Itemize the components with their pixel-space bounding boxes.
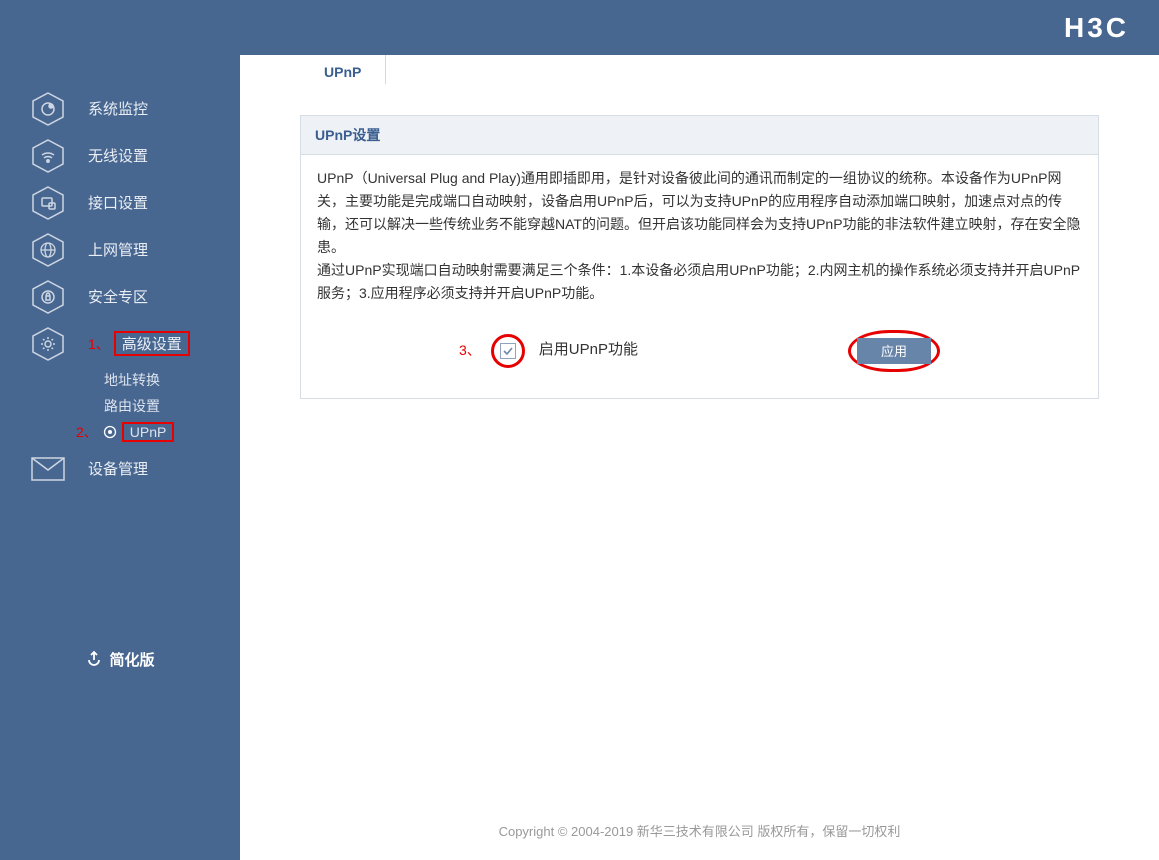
monitor-icon	[30, 91, 66, 127]
sidebar-item-interface[interactable]: 接口设置	[0, 179, 240, 226]
sidebar-item-label: 设备管理	[88, 458, 148, 479]
simple-mode-label: 简化版	[109, 649, 154, 670]
sidebar-item-monitor[interactable]: 系统监控	[0, 85, 240, 132]
submenu-item-route[interactable]: 路由设置	[104, 393, 240, 419]
interface-icon	[30, 185, 66, 221]
tab-upnp[interactable]: UPnP	[300, 55, 386, 84]
advanced-submenu: 地址转换 路由设置 2、 UPnP	[0, 367, 240, 445]
panel-title: UPnP设置	[301, 116, 1098, 155]
upnp-description-1: UPnP（Universal Plug and Play)通用即插即用，是针对设…	[317, 167, 1082, 259]
lock-icon	[30, 279, 66, 315]
sidebar-item-security[interactable]: 安全专区	[0, 273, 240, 320]
enable-upnp-label: 启用UPnP功能	[539, 338, 638, 363]
sidebar-item-label: 上网管理	[88, 239, 148, 260]
wifi-icon	[30, 138, 66, 174]
annotation-circle-checkbox	[491, 334, 525, 368]
sidebar-item-label: 高级设置	[122, 336, 182, 353]
main-area: UPnP UPnP设置 UPnP（Universal Plug and Play…	[240, 55, 1159, 860]
active-item-icon	[102, 424, 118, 440]
sidebar-item-label: 无线设置	[88, 145, 148, 166]
sidebar-item-advanced[interactable]: 1、 高级设置	[0, 320, 240, 367]
enable-upnp-checkbox[interactable]	[500, 343, 516, 359]
sidebar-item-wireless[interactable]: 无线设置	[0, 132, 240, 179]
gear-icon	[30, 326, 66, 362]
submenu-item-label: UPnP	[130, 424, 167, 440]
annotation-circle-apply: 应用	[848, 330, 940, 372]
device-icon	[30, 456, 66, 482]
brand-logo: H3C	[1064, 12, 1129, 44]
simple-mode-button[interactable]: 简化版	[0, 648, 240, 670]
tab-bar: UPnP	[240, 55, 1159, 85]
upnp-description-2: 通过UPnP实现端口自动映射需要满足三个条件：1.本设备必须启用UPnP功能；2…	[317, 259, 1082, 305]
sidebar-item-internet[interactable]: 上网管理	[0, 226, 240, 273]
annotation-2: 2、	[76, 422, 98, 442]
submenu-item-upnp[interactable]: 2、 UPnP	[76, 419, 240, 445]
sidebar-item-label: 系统监控	[88, 98, 148, 119]
check-icon	[502, 345, 514, 357]
apply-button[interactable]: 应用	[857, 338, 931, 364]
footer-copyright: Copyright © 2004-2019 新华三技术有限公司 版权所有，保留一…	[240, 821, 1159, 840]
submenu-item-nat[interactable]: 地址转换	[104, 367, 240, 393]
sidebar-item-label: 安全专区	[88, 286, 148, 307]
app-header: H3C	[0, 0, 1159, 55]
sidebar-item-device[interactable]: 设备管理	[0, 445, 240, 492]
globe-icon	[30, 232, 66, 268]
annotation-3: 3、	[459, 339, 481, 362]
sidebar-item-label: 接口设置	[88, 192, 148, 213]
upnp-panel: UPnP设置 UPnP（Universal Plug and Play)通用即插…	[300, 115, 1099, 399]
sidebar: 系统监控 无线设置 接口设置 上网管理	[0, 55, 240, 860]
upload-icon	[85, 648, 103, 670]
annotation-1: 1、	[88, 336, 110, 352]
